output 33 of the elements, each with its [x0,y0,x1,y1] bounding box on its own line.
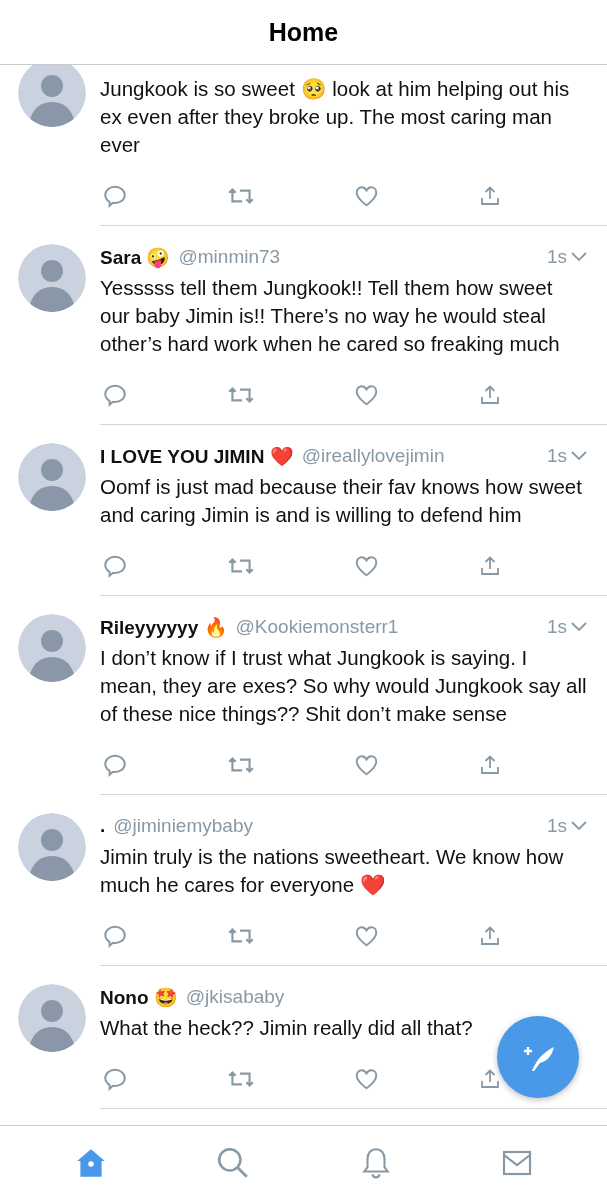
avatar[interactable] [18,813,86,881]
user-name[interactable]: Sara 🤪 [100,245,171,269]
chevron-icon[interactable] [571,622,587,632]
reply-icon[interactable] [102,1066,128,1092]
avatar[interactable] [18,65,86,127]
avatar[interactable] [18,244,86,312]
tweet-text: Jimin truly is the nations sweetheart. We know how much he cares for everyone ❤ [100,844,565,898]
tweet-text: What the heck?? Jimin really did all that? [100,1015,474,1041]
user-name[interactable]: . [100,815,106,837]
avatar[interactable] [18,443,86,511]
avatar[interactable] [18,614,86,682]
reply-icon[interactable] [102,183,128,209]
timestamp: 1s [546,246,567,268]
avatar[interactable] [18,984,86,1052]
user-name[interactable]: I LOVE YOU JIMIN ❤ [100,444,294,468]
tweet-text: Yesssss tell them Jungkook!! Tell them how sweet our baby Jimin is!! There’s no way he would steal other’s hard work when he cared so freaking much [100,275,561,357]
compose-button[interactable] [497,1016,579,1098]
reply-icon[interactable] [102,382,128,408]
timestamp: 1s [546,616,567,638]
chevron-icon[interactable] [571,451,587,461]
tweet-text: Jungkook is so sweet 🥺 look at him helping out his ex even after they broke up. The most caring man ever [100,76,571,158]
tweet-text: Oomf is just mad because their fav knows how sweet and caring Jimin is and is willing to defend him [100,474,583,528]
chevron-icon[interactable] [571,252,587,262]
reply-icon[interactable] [102,752,128,778]
page-title: Home [268,17,339,47]
reply-icon[interactable] [102,553,128,579]
timestamp: 1s [546,445,567,467]
user-name[interactable]: Rileyyyyyy 🔥 [100,615,228,639]
chevron-icon[interactable] [571,821,587,831]
tweet-text: I don’t know if I trust what Jungkook is saying. I mean, they are exes? So why would Jungkook say all of these nice things?? Shit don’t make sense [100,645,587,727]
reply-icon[interactable] [102,923,128,949]
timestamp: 1s [546,815,567,837]
user-name[interactable]: Nono 🤩 [100,985,178,1009]
